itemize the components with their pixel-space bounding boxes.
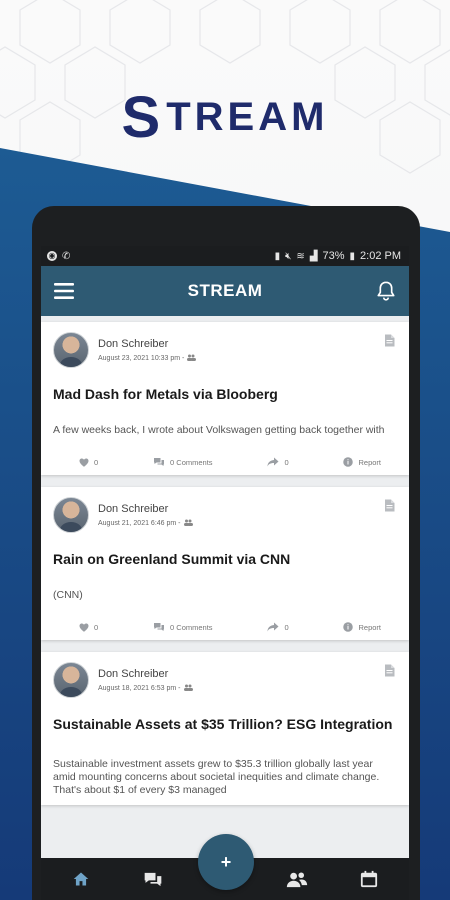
- comments-button[interactable]: 0 Comments: [153, 457, 213, 467]
- post-title[interactable]: Rain on Greenland Summit via CNN: [53, 551, 397, 567]
- privacy-icon: [187, 354, 197, 363]
- post-date: August 18, 2021 6:53 pm -: [98, 684, 193, 693]
- post-date-text: August 23, 2021 10:33 pm -: [98, 354, 185, 362]
- call-icon: ✆: [62, 250, 71, 262]
- like-button[interactable]: 0: [79, 458, 98, 467]
- brand-logo-s: S: [121, 85, 165, 150]
- post-date: August 23, 2021 10:33 pm -: [98, 354, 197, 363]
- privacy-icon: [183, 519, 193, 528]
- nav-messages[interactable]: [141, 867, 165, 891]
- share-count: 0: [284, 457, 289, 467]
- battery-percent: 73%: [322, 250, 345, 262]
- clock: 2:02 PM: [360, 250, 401, 262]
- mute-icon: 🔇︎: [285, 250, 292, 262]
- share-icon: [267, 457, 279, 467]
- report-button[interactable]: Report: [343, 457, 381, 467]
- post-date-text: August 21, 2021 6:46 pm -: [98, 519, 181, 527]
- sim-icon: ▮: [274, 250, 281, 262]
- post-card[interactable]: Don Schreiber August 21, 2021 6:46 pm - …: [41, 487, 409, 640]
- privacy-icon: [183, 684, 193, 693]
- document-icon[interactable]: [384, 334, 395, 352]
- nav-people[interactable]: [285, 867, 309, 891]
- heart-icon: [79, 458, 89, 467]
- wifi-icon: ≋: [296, 250, 305, 262]
- post-date-text: August 18, 2021 6:53 pm -: [98, 684, 181, 692]
- chat-icon: [144, 872, 162, 886]
- heart-icon: [79, 623, 89, 632]
- like-count: 0: [94, 622, 99, 632]
- comment-count: 0 Comments: [170, 622, 213, 632]
- comment-icon: [154, 623, 165, 631]
- status-bar: ◉ ✆ ▮ 🔇︎ ≋ ▟ 73% ▮ 2:02 PM: [41, 246, 409, 266]
- report-label: Report: [358, 457, 381, 467]
- app-icon: ◉: [47, 251, 57, 261]
- new-post-button[interactable]: +: [198, 834, 254, 890]
- post-title[interactable]: Sustainable Assets at $35 Trillion? ESG …: [53, 716, 397, 732]
- nav-calendar[interactable]: [357, 867, 381, 891]
- post-feed[interactable]: Don Schreiber August 23, 2021 10:33 pm -…: [41, 316, 409, 858]
- notification-bell-icon[interactable]: [373, 278, 399, 304]
- avatar[interactable]: [53, 497, 89, 533]
- like-count: 0: [94, 457, 99, 467]
- share-count: 0: [284, 622, 289, 632]
- post-actions: 0 0 Comments 0 Report: [53, 457, 397, 467]
- phone-screen: ◉ ✆ ▮ 🔇︎ ≋ ▟ 73% ▮ 2:02 PM STREAM Don Sc…: [41, 246, 409, 900]
- document-icon[interactable]: [384, 499, 395, 517]
- brand-logo: STREAM: [0, 84, 450, 151]
- battery-icon: ▮: [349, 250, 356, 262]
- share-button[interactable]: 0: [267, 457, 289, 467]
- like-button[interactable]: 0: [79, 623, 98, 632]
- post-card[interactable]: Don Schreiber August 18, 2021 6:53 pm - …: [41, 652, 409, 805]
- people-icon: [286, 871, 308, 887]
- brand-logo-text: TREAM: [166, 95, 329, 139]
- post-title[interactable]: Mad Dash for Metals via Blooberg: [53, 386, 397, 402]
- post-author[interactable]: Don Schreiber: [98, 338, 196, 350]
- share-button[interactable]: 0: [267, 622, 289, 632]
- post-card[interactable]: Don Schreiber August 23, 2021 10:33 pm -…: [41, 322, 409, 475]
- report-label: Report: [358, 622, 381, 632]
- share-icon: [267, 622, 279, 632]
- post-actions: 0 0 Comments 0 Report: [53, 622, 397, 632]
- nav-home[interactable]: [69, 867, 93, 891]
- comments-button[interactable]: 0 Comments: [153, 622, 213, 632]
- menu-icon[interactable]: [51, 278, 77, 304]
- signal-icon: ▟: [309, 250, 318, 262]
- app-bar-title: STREAM: [187, 281, 263, 300]
- document-icon[interactable]: [384, 664, 395, 682]
- comment-icon: [154, 458, 165, 466]
- comment-count: 0 Comments: [170, 457, 213, 467]
- avatar[interactable]: [53, 662, 89, 698]
- report-button[interactable]: Report: [343, 622, 381, 632]
- post-author[interactable]: Don Schreiber: [98, 668, 193, 680]
- post-excerpt: Sustainable investment assets grew to $3…: [53, 758, 380, 796]
- post-date: August 21, 2021 6:46 pm -: [98, 519, 193, 528]
- info-icon: [343, 457, 354, 467]
- calendar-icon: [360, 870, 378, 888]
- post-excerpt: A few weeks back, I wrote about Volkswag…: [53, 424, 385, 436]
- info-icon: [343, 622, 354, 632]
- home-icon: [73, 872, 89, 886]
- avatar[interactable]: [53, 332, 89, 368]
- app-bar: STREAM: [41, 266, 409, 316]
- post-excerpt: (CNN): [53, 589, 83, 601]
- post-author[interactable]: Don Schreiber: [98, 503, 193, 515]
